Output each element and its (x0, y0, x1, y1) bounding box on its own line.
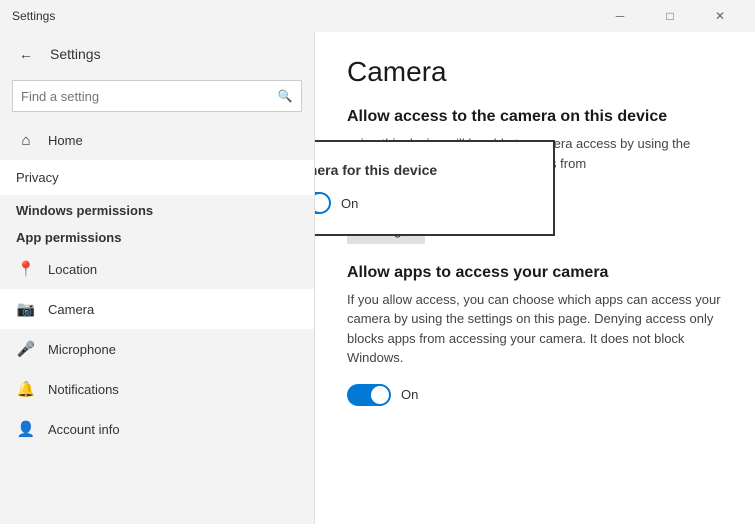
back-button[interactable]: ← (12, 40, 40, 68)
section1-heading: Allow access to the camera on this devic… (347, 108, 723, 126)
sidebar-item-microphone[interactable]: 🎤 Microphone (0, 329, 314, 369)
sidebar-item-location[interactable]: 📍 Location (0, 249, 314, 289)
sidebar-item-home[interactable]: ⌂ Home (0, 120, 314, 160)
search-button[interactable]: 🔍 (269, 80, 301, 112)
search-icon: 🔍 (278, 89, 293, 103)
app-permissions-header: App permissions (0, 222, 314, 249)
titlebar-left: Settings (12, 9, 55, 23)
sidebar-app-title: Settings (50, 46, 101, 62)
notifications-icon: 🔔 (16, 379, 36, 399)
sidebar-header: ← Settings (0, 32, 314, 76)
camera-label: Camera (48, 302, 94, 317)
home-icon: ⌂ (16, 130, 36, 150)
device-toggle-knob (315, 194, 329, 212)
location-icon: 📍 (16, 259, 36, 279)
titlebar-controls: ─ □ ✕ (597, 0, 743, 32)
apps-toggle[interactable] (347, 384, 391, 406)
account-info-icon: 👤 (16, 419, 36, 439)
sidebar-item-privacy[interactable]: Privacy (0, 160, 314, 195)
device-toggle-label: On (341, 196, 358, 211)
device-toggle[interactable] (315, 192, 331, 214)
popup-title: Camera for this device (315, 162, 533, 178)
close-button[interactable]: ✕ (697, 0, 743, 32)
sidebar-item-account-info[interactable]: 👤 Account info (0, 409, 314, 449)
camera-icon: 📷 (16, 299, 36, 319)
home-label: Home (48, 133, 83, 148)
search-box[interactable]: 🔍 (12, 80, 302, 112)
titlebar-title: Settings (12, 9, 55, 23)
apps-toggle-label: On (401, 387, 418, 402)
camera-device-popup: Camera for this device On (315, 140, 555, 236)
sidebar-item-camera[interactable]: 📷 Camera (0, 289, 314, 329)
microphone-label: Microphone (48, 342, 116, 357)
account-info-label: Account info (48, 422, 120, 437)
minimize-button[interactable]: ─ (597, 0, 643, 32)
notifications-label: Notifications (48, 382, 119, 397)
section2-text: If you allow access, you can choose whic… (347, 290, 723, 368)
apps-toggle-row: On (347, 384, 723, 406)
section2-heading: Allow apps to access your camera (347, 264, 723, 282)
search-input[interactable] (13, 89, 269, 104)
titlebar: Settings ─ □ ✕ (0, 0, 755, 32)
location-label: Location (48, 262, 97, 277)
page-title: Camera (347, 56, 723, 88)
sidebar: ← Settings 🔍 ⌂ Home Privacy Windows perm… (0, 32, 315, 524)
windows-permissions-header: Windows permissions (0, 195, 314, 222)
maximize-button[interactable]: □ (647, 0, 693, 32)
main-panel: Camera for this device On Camera Allow a… (315, 32, 755, 524)
privacy-label: Privacy (16, 170, 59, 185)
sidebar-item-notifications[interactable]: 🔔 Notifications (0, 369, 314, 409)
microphone-icon: 🎤 (16, 339, 36, 359)
popup-toggle-row: On (315, 192, 533, 214)
main-content: ← Settings 🔍 ⌂ Home Privacy Windows perm… (0, 32, 755, 524)
apps-toggle-knob (371, 386, 389, 404)
